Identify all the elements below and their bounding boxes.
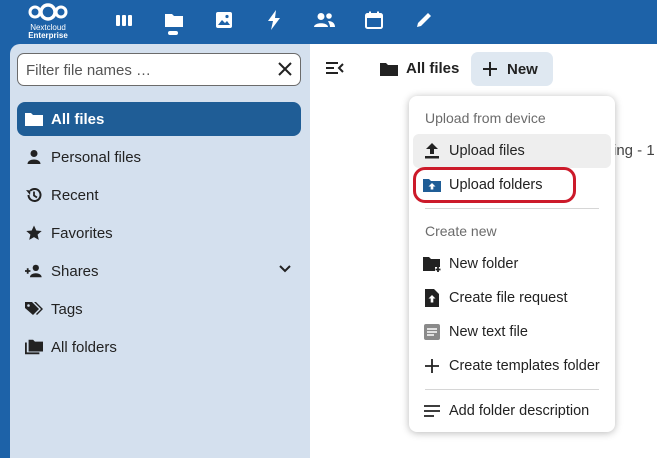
pencil-icon [417, 13, 431, 27]
menu-section-upload-header: Upload from device [425, 110, 546, 126]
sidebar-item-label: Shares [51, 262, 99, 280]
app-notes[interactable] [412, 8, 436, 32]
app-photos[interactable] [212, 8, 236, 32]
menu-item-new-folder[interactable]: New folder [413, 247, 611, 281]
menu-item-create-templates-folder[interactable]: Create templates folder [413, 349, 611, 383]
sidebar-item-tags[interactable]: Tags [17, 292, 301, 326]
upload-folders-highlight-annotation [413, 167, 576, 203]
folder-plus-icon [423, 255, 441, 273]
breadcrumb-all-files[interactable]: All files [380, 60, 459, 77]
star-icon [25, 224, 43, 242]
menu-divider [425, 208, 599, 209]
menu-item-add-folder-description[interactable]: Add folder description [413, 394, 611, 428]
folder-icon [380, 62, 398, 76]
chevron-down-icon[interactable] [279, 265, 291, 273]
filter-file-names-input[interactable] [26, 60, 266, 80]
sidebar-item-all-files[interactable]: All files [17, 102, 301, 136]
app-dashboard[interactable] [112, 8, 136, 32]
file-upload-icon [423, 289, 441, 307]
menu-item-label: Create templates folder [449, 358, 600, 374]
menu-item-new-text-file[interactable]: New text file [413, 315, 611, 349]
app-files[interactable] [162, 8, 186, 32]
files-icon [165, 14, 183, 27]
text-lines-icon [423, 402, 441, 420]
sidebar-item-label: All folders [51, 338, 117, 356]
sidebar-item-personal-files[interactable]: Personal files [17, 140, 301, 174]
sidebar-item-all-folders[interactable]: All folders [17, 330, 301, 364]
plus-icon [483, 62, 497, 76]
menu-item-upload-files[interactable]: Upload files [413, 134, 611, 168]
dashboard-icon [116, 15, 132, 26]
new-button[interactable]: New [471, 52, 553, 86]
sidebar-item-shares[interactable]: Shares [17, 254, 301, 288]
menu-item-label: Upload files [449, 143, 525, 159]
navigation-sidebar: All files Personal files Recent Favorite… [10, 44, 310, 458]
app-calendar[interactable] [362, 8, 386, 32]
person-icon [25, 148, 43, 166]
sidebar-nav: All files Personal files Recent Favorite… [17, 102, 301, 368]
sidebar-item-recent[interactable]: Recent [17, 178, 301, 212]
share-icon [25, 262, 43, 280]
toggle-navigation-button[interactable] [326, 61, 344, 75]
text-file-icon [423, 323, 441, 341]
nextcloud-logo[interactable]: Nextcloud Enterprise [20, 2, 76, 42]
sidebar-item-label: Tags [51, 300, 83, 318]
menu-divider [425, 389, 599, 390]
app-header: Nextcloud Enterprise [0, 0, 657, 44]
folder-icon [25, 110, 43, 128]
new-menu-dropdown: Upload from device Upload files Upload f… [409, 96, 615, 432]
calendar-icon [365, 11, 383, 29]
menu-item-label: Add folder description [449, 403, 590, 419]
menu-item-create-file-request[interactable]: Create file request [413, 281, 611, 315]
app-contacts[interactable] [312, 8, 336, 32]
logo-text-line2: Enterprise [28, 31, 68, 40]
app-activity[interactable] [262, 8, 286, 32]
photos-icon [216, 12, 232, 28]
history-icon [25, 186, 43, 204]
breadcrumb-label: All files [406, 60, 460, 77]
sidebar-item-label: Favorites [51, 224, 113, 242]
filter-search-box[interactable] [17, 53, 301, 86]
new-button-label: New [507, 60, 538, 78]
menu-item-label: New folder [449, 256, 519, 272]
close-icon [278, 62, 292, 76]
nextcloud-logo-icon [28, 3, 68, 21]
active-app-indicator [168, 31, 178, 35]
sidebar-item-label: Recent [51, 186, 99, 204]
sidebar-item-favorites[interactable]: Favorites [17, 216, 301, 250]
menu-item-label: Create file request [449, 290, 568, 306]
sidebar-item-label: Personal files [51, 148, 142, 166]
file-list-text: ing - 1 [613, 142, 655, 159]
sidebar-item-label: All files [51, 110, 105, 128]
menu-item-label: New text file [449, 324, 528, 340]
clear-filter-button[interactable] [278, 62, 292, 76]
activity-icon [268, 10, 280, 30]
menu-toggle-icon [326, 62, 344, 74]
folders-icon [25, 338, 43, 356]
contacts-icon [314, 13, 335, 27]
upload-icon [423, 142, 441, 160]
plus-icon [423, 357, 441, 375]
menu-section-create-header: Create new [425, 223, 497, 239]
tag-icon [25, 300, 43, 318]
